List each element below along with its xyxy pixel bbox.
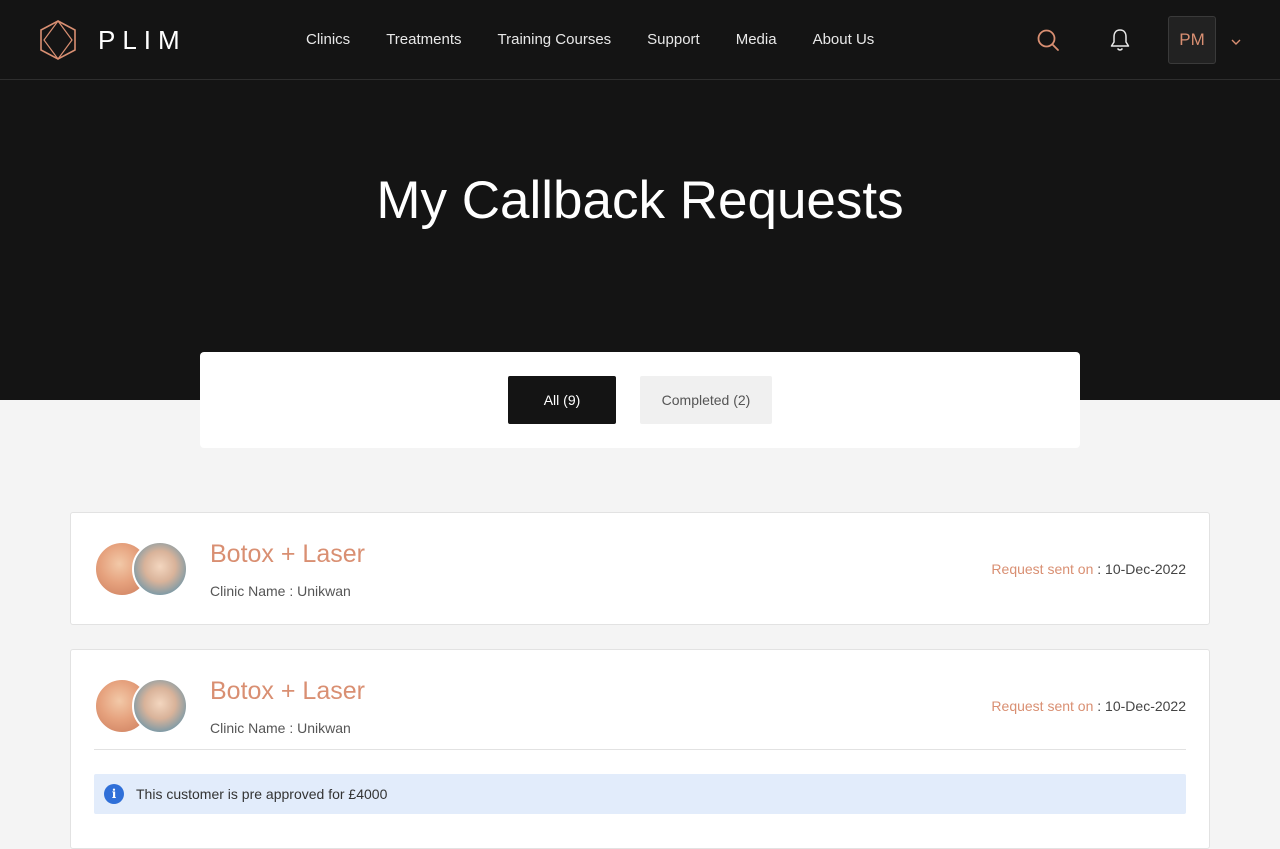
request-sent-label: Request sent on	[991, 561, 1094, 577]
bell-icon[interactable]	[1109, 28, 1131, 52]
treatment-title: Botox + Laser	[210, 540, 365, 568]
treatment-title: Botox + Laser	[210, 677, 365, 705]
treatment-avatars	[94, 541, 188, 597]
logo-icon	[40, 19, 76, 61]
nav-treatments[interactable]: Treatments	[386, 31, 461, 48]
top-navigation-bar: PLIM Clinics Treatments Training Courses…	[0, 0, 1280, 80]
request-sent-info: Request sent on : 10-Dec-2022	[991, 698, 1186, 714]
callback-request-card[interactable]: Botox + Laser Clinic Name : Unikwan Requ…	[70, 649, 1210, 849]
treatment-avatars	[94, 678, 188, 734]
clinic-name: Clinic Name : Unikwan	[210, 583, 351, 599]
nav-about-us[interactable]: About Us	[813, 31, 875, 48]
divider	[94, 749, 1186, 750]
request-sent-label: Request sent on	[991, 698, 1094, 714]
tab-all[interactable]: All (9)	[508, 376, 616, 424]
treatment-image	[132, 678, 188, 734]
page-title: My Callback Requests	[376, 171, 904, 230]
request-sent-info: Request sent on : 10-Dec-2022	[991, 561, 1186, 577]
filter-tabs-panel: All (9) Completed (2)	[200, 352, 1080, 448]
pre-approval-notice: i This customer is pre approved for £400…	[94, 774, 1186, 814]
callback-request-card[interactable]: Botox + Laser Clinic Name : Unikwan Requ…	[70, 512, 1210, 625]
nav-clinics[interactable]: Clinics	[306, 31, 350, 48]
search-icon[interactable]	[1036, 28, 1060, 52]
nav-media[interactable]: Media	[736, 31, 777, 48]
main-nav: Clinics Treatments Training Courses Supp…	[306, 31, 910, 48]
brand-logo[interactable]: PLIM	[38, 19, 180, 61]
chevron-down-icon[interactable]	[1230, 34, 1242, 45]
treatment-image	[132, 541, 188, 597]
brand-name: PLIM	[98, 25, 187, 55]
request-sent-date: : 10-Dec-2022	[1093, 698, 1186, 714]
info-icon: i	[104, 784, 124, 804]
notice-text: This customer is pre approved for £4000	[136, 786, 388, 802]
tab-completed[interactable]: Completed (2)	[640, 376, 772, 424]
nav-training-courses[interactable]: Training Courses	[498, 31, 612, 48]
request-sent-date: : 10-Dec-2022	[1093, 561, 1186, 577]
user-avatar-button[interactable]: PM	[1168, 16, 1216, 64]
nav-support[interactable]: Support	[647, 31, 700, 48]
clinic-name: Clinic Name : Unikwan	[210, 720, 351, 736]
